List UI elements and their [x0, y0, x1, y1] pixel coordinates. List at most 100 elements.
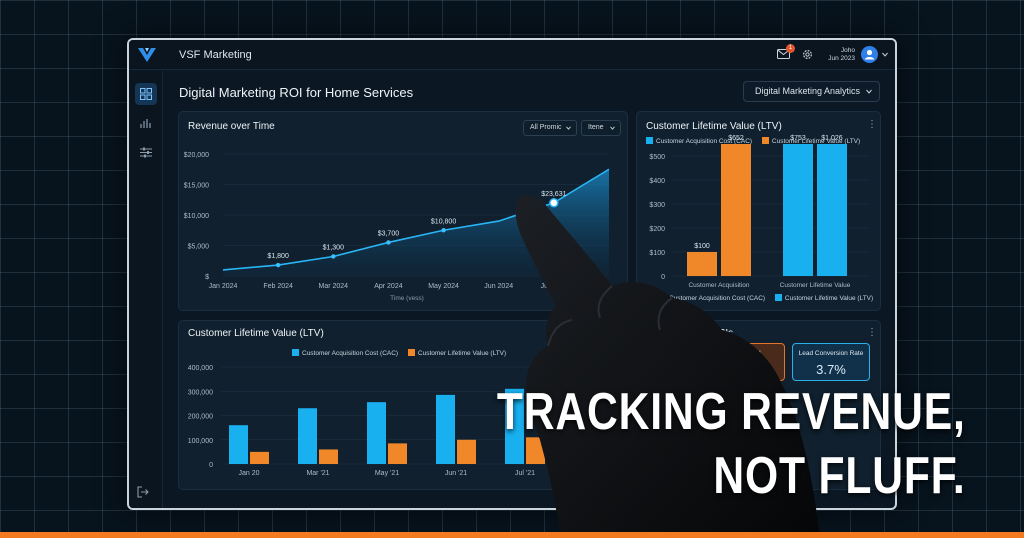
x-tick-label: May 2024: [428, 283, 459, 290]
bottom-accent-stripe: [0, 532, 1024, 538]
y-tick-label: 0: [661, 274, 665, 281]
y-tick-label: 100,000: [188, 438, 213, 445]
grid-icon: [140, 88, 152, 100]
lead-conversion-kpi-tile[interactable]: Lead Conversion Rate 3.7%: [792, 343, 870, 381]
data-point: [441, 228, 446, 233]
x-tick-label: Jul 2024: [541, 283, 568, 290]
bar: [687, 252, 717, 276]
notification-badge: 1: [786, 44, 795, 53]
roi-kpi-value: 8.8%: [740, 362, 770, 377]
x-tick-label: Apr 2024: [374, 283, 403, 290]
headline-line-2: NOT FLUFF.: [713, 447, 966, 505]
bar-value-label: $652: [728, 135, 744, 142]
kpi-card-title: KPIs: [712, 328, 734, 339]
sidebar-item-reports[interactable]: [135, 112, 157, 134]
sidebar-item-filters[interactable]: [135, 141, 157, 163]
legend-swatch-ltv: [774, 294, 782, 301]
bar: [436, 394, 455, 464]
logout-icon[interactable]: [137, 486, 149, 498]
x-tick-label: Mar 2024: [318, 283, 348, 290]
x-tick-label: May '21: [375, 470, 399, 477]
app-title: VSF Marketing: [179, 49, 252, 61]
analytics-view-dropdown[interactable]: Digital Marketing Analytics: [743, 81, 880, 102]
page-title: Digital Marketing ROI for Home Services: [179, 85, 414, 100]
y-tick-label: $10,000: [184, 213, 209, 220]
roi-kpi-label: ROI: [749, 350, 761, 357]
data-point: [275, 262, 281, 268]
data-point: [386, 240, 391, 245]
y-tick-label: $200: [649, 226, 665, 233]
bar-value-label: $100: [694, 243, 710, 250]
user-icon: [864, 49, 875, 60]
bar: [250, 451, 269, 464]
data-point: [331, 254, 336, 259]
y-tick-label: 400,000: [188, 365, 213, 372]
bar: [298, 408, 317, 464]
x-tick-label: Customer Lifetime Value: [780, 282, 851, 289]
bar: [319, 449, 338, 464]
top-bar: VSF Marketing 1 Joho Jun 2023: [129, 40, 895, 70]
brand-logo-icon[interactable]: [137, 46, 157, 64]
y-tick-label: $: [205, 274, 209, 281]
x-tick-label: Feb 2024: [263, 283, 293, 290]
ltv-chart: $500 $400 $300 $200 $100 0 $100 $652 Customer Ac…: [649, 135, 869, 289]
avatar[interactable]: [861, 46, 878, 63]
x-axis-label: Time (vess): [390, 295, 424, 302]
y-tick-label: $20,000: [184, 152, 209, 159]
legend-swatch-cac: [659, 294, 666, 301]
y-tick-label: $15,000: [184, 183, 209, 190]
bar: [721, 144, 751, 276]
data-label: $1,300: [323, 244, 345, 251]
data-point: [549, 198, 559, 208]
x-tick-label: Jun '21: [445, 470, 467, 477]
bar-value-label: $1,026: [821, 135, 843, 142]
ltv-legend-bottom: Customer Acquisition Cost (CAC) Customer…: [659, 294, 873, 302]
sidebar: [129, 71, 163, 508]
bar: [367, 402, 386, 464]
headline-line-1: TRACKING REVENUE,: [497, 383, 966, 441]
x-tick-label: Au: [590, 470, 599, 477]
y-tick-label: $5,000: [188, 244, 210, 251]
legend-cac-label: Customer Acquisition Cost (CAC): [669, 295, 766, 302]
bar: [229, 425, 248, 464]
analytics-view-label: Digital Marketing Analytics: [755, 86, 861, 96]
x-tick-label: Jun 2024: [484, 283, 513, 290]
y-tick-label: $300: [649, 202, 665, 209]
data-label: $1,800: [267, 253, 289, 260]
x-tick-label: Jan 2024: [209, 283, 238, 290]
revenue-card: Revenue over Time All Promic Itene $20,0…: [178, 111, 628, 311]
user-name: Joho: [840, 47, 855, 54]
data-label: $10,800: [431, 218, 456, 225]
revenue-chart: $20,000 $15,000 $10,000 $5,000 $ $1,800 $1,300…: [184, 152, 610, 302]
data-label: $3,700: [378, 230, 400, 237]
x-tick-label: Mar '21: [306, 470, 329, 477]
sliders-icon: [140, 147, 152, 158]
bar-chart-icon: [140, 119, 151, 128]
gear-icon[interactable]: [801, 48, 814, 61]
y-tick-label: $400: [649, 178, 665, 185]
y-tick-label: $100: [649, 250, 665, 257]
sidebar-item-dashboard[interactable]: [135, 83, 157, 105]
y-tick-label: 200,000: [188, 414, 213, 421]
bar-value-label: $753: [790, 135, 806, 142]
chevron-down-icon[interactable]: [882, 52, 888, 57]
bar: [457, 439, 476, 464]
y-tick-label: 300,000: [188, 389, 213, 396]
bar: [783, 144, 813, 276]
x-tick-label: Customer Acquisition: [688, 282, 749, 289]
y-tick-label: 0: [209, 462, 213, 469]
x-tick-label: Jul '21: [515, 470, 535, 477]
lead-conversion-label: Lead Conversion Rate: [798, 350, 864, 357]
chevron-down-icon: [866, 89, 872, 94]
more-icon[interactable]: ⋮: [867, 328, 877, 338]
x-tick-label: Jan 20: [238, 470, 259, 477]
data-label: $23,631: [541, 191, 566, 198]
roi-kpi-tile[interactable]: ROI 8.8%: [725, 343, 785, 381]
legend-ltv-label: Customer Lifetime Value (LTV): [784, 295, 874, 302]
user-date: Jun 2023: [828, 55, 855, 62]
y-tick-label: $500: [649, 154, 665, 161]
ltv-card: Customer Lifetime Value (LTV) ⋮ Customer…: [636, 111, 881, 311]
bar: [817, 144, 847, 276]
bar: [388, 443, 407, 464]
lead-conversion-value: 3.7%: [816, 362, 846, 377]
